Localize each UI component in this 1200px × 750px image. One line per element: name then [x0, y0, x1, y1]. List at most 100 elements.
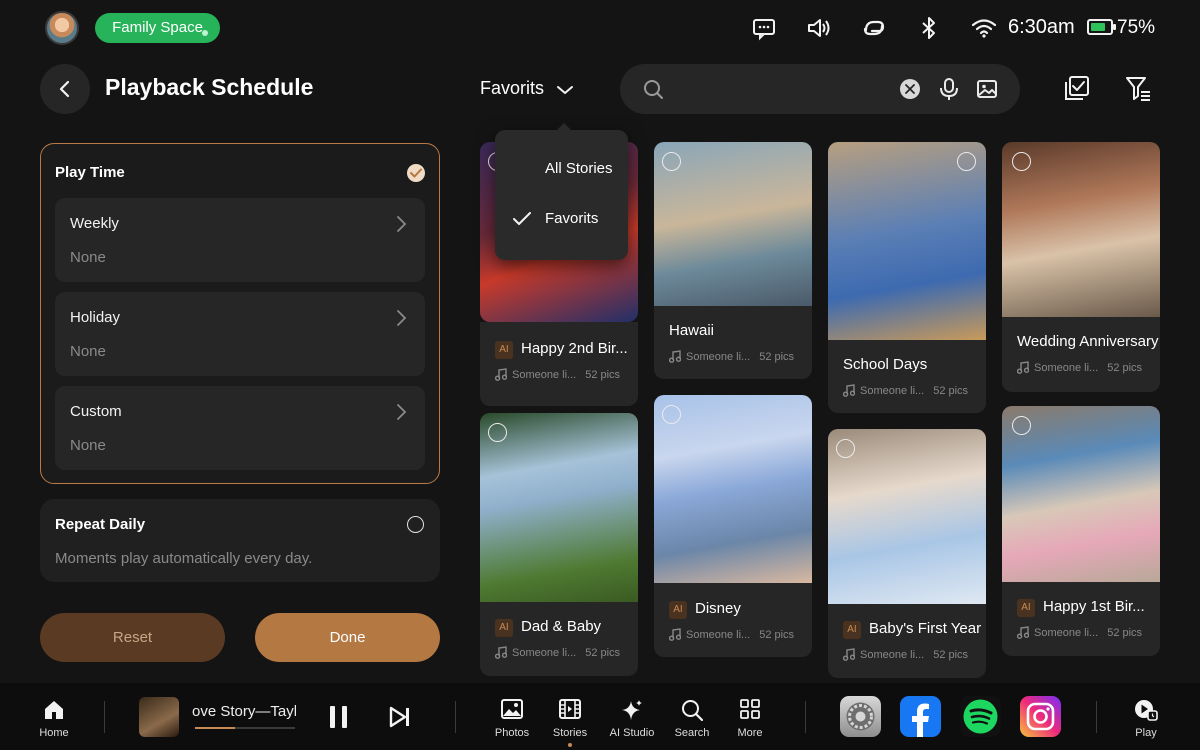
story-pic-count: 52 pics: [759, 351, 795, 363]
divider: [104, 701, 105, 733]
volume-icon[interactable]: [805, 14, 833, 42]
story-card[interactable]: School Days Someone li... 52 pics: [828, 142, 986, 413]
story-title: Happy 2nd Bir...: [521, 340, 628, 357]
next-track-button[interactable]: [388, 705, 412, 729]
story-filter-select[interactable]: Favorits: [480, 78, 544, 99]
play-time-check-icon[interactable]: [407, 164, 425, 182]
select-circle[interactable]: [488, 423, 507, 442]
play-time-card[interactable]: Play Time Weekly None Holiday None Custo…: [40, 143, 440, 484]
active-indicator: [568, 743, 572, 747]
story-pic-count: 52 pics: [1107, 627, 1143, 639]
divider: [1096, 701, 1097, 733]
story-card[interactable]: AI Disney Someone li... 52 pics: [654, 395, 812, 657]
select-circle[interactable]: [957, 152, 976, 171]
link-icon[interactable]: [860, 14, 888, 42]
multi-select-icon[interactable]: [1064, 75, 1090, 101]
back-button[interactable]: [40, 64, 90, 114]
grid-icon: [740, 699, 760, 719]
microphone-icon[interactable]: [938, 77, 960, 101]
story-music: Someone li...: [860, 649, 925, 661]
select-circle[interactable]: [1012, 416, 1031, 435]
search-bar: [620, 64, 1020, 114]
story-music: Someone li...: [686, 351, 751, 363]
repeat-daily-radio[interactable]: [407, 516, 424, 533]
music-note-icon: [843, 384, 855, 397]
story-card[interactable]: AI Baby's First Year Someone li... 52 pics: [828, 429, 986, 678]
message-icon[interactable]: [750, 14, 778, 42]
wifi-icon[interactable]: [970, 14, 998, 42]
dock-search[interactable]: Search: [662, 683, 722, 750]
ai-badge: AI: [1017, 599, 1035, 617]
avatar[interactable]: [45, 11, 79, 45]
select-circle[interactable]: [1012, 152, 1031, 171]
story-title-row: AI Disney: [669, 600, 812, 619]
dock-label: Search: [674, 727, 710, 739]
select-circle[interactable]: [662, 405, 681, 424]
story-photo: [828, 142, 986, 340]
clear-search-button[interactable]: [900, 79, 920, 99]
story-title: Dad & Baby: [521, 618, 602, 635]
now-playing-title[interactable]: ove Story—Tayl: [192, 703, 296, 720]
skip-next-icon: [389, 706, 409, 728]
story-meta: Someone li... 52 pics: [1017, 361, 1142, 374]
weekly-option[interactable]: Weekly None: [55, 198, 425, 282]
holiday-option[interactable]: Holiday None: [55, 292, 425, 376]
custom-option[interactable]: Custom None: [55, 386, 425, 470]
family-space-button[interactable]: Family Space: [95, 13, 220, 43]
dock-play[interactable]: Play: [1116, 683, 1176, 750]
story-music: Someone li...: [512, 369, 577, 381]
search-icon: [681, 699, 703, 721]
select-circle[interactable]: [662, 152, 681, 171]
bluetooth-icon[interactable]: [915, 14, 943, 42]
story-meta: Someone li... 52 pics: [843, 648, 968, 661]
facebook-app-icon[interactable]: [900, 696, 941, 737]
chevron-down-icon[interactable]: [555, 80, 575, 100]
option-label: Custom: [70, 403, 122, 420]
dock-label: Photos: [494, 727, 530, 739]
settings-app-icon[interactable]: [840, 696, 881, 737]
image-search-icon[interactable]: [976, 78, 998, 100]
divider: [805, 701, 806, 733]
filter-icon[interactable]: [1124, 74, 1152, 102]
menu-item-favorits[interactable]: Favorits: [495, 199, 628, 239]
battery-percent: 75%: [1117, 17, 1156, 38]
story-meta: Someone li... 52 pics: [495, 646, 620, 659]
ai-badge: AI: [495, 619, 513, 637]
now-playing-artwork[interactable]: [139, 697, 179, 737]
story-meta: Someone li... 52 pics: [669, 350, 794, 363]
dock-stories[interactable]: Stories: [540, 683, 600, 750]
repeat-daily-card[interactable]: Repeat Daily Moments play automatically …: [40, 499, 440, 582]
repeat-daily-description: Moments play automatically every day.: [55, 550, 313, 567]
menu-item-label: All Stories: [545, 160, 613, 177]
story-card[interactable]: Hawaii Someone li... 52 pics: [654, 142, 812, 379]
dock-photos[interactable]: Photos: [482, 683, 542, 750]
done-button[interactable]: Done: [255, 613, 440, 662]
search-input[interactable]: [674, 74, 894, 104]
chevron-left-icon: [59, 80, 70, 98]
pause-icon: [330, 706, 347, 728]
now-playing-progress[interactable]: [195, 727, 295, 729]
menu-item-all-stories[interactable]: All Stories: [495, 149, 628, 189]
dock-more[interactable]: More: [720, 683, 780, 750]
dock-label: Home: [39, 727, 69, 739]
dock-ai-studio[interactable]: AI Studio: [602, 683, 662, 750]
dock-home[interactable]: Home: [24, 683, 84, 750]
story-card-info[interactable]: AI Happy 2nd Bir... Someone li... 52 pics: [480, 322, 638, 406]
music-note-icon: [843, 648, 855, 661]
story-card[interactable]: AI Dad & Baby Someone li... 52 pics: [480, 413, 638, 676]
story-title-row: AI Baby's First Year: [843, 620, 986, 639]
music-note-icon: [1017, 361, 1029, 374]
reset-button[interactable]: Reset: [40, 613, 225, 662]
home-icon: [43, 699, 65, 721]
story-music: Someone li...: [860, 385, 925, 397]
pause-button[interactable]: [328, 704, 350, 730]
checkmark-icon: [513, 212, 531, 226]
story-card[interactable]: Wedding Anniversary Someone li... 52 pics: [1002, 142, 1160, 392]
spotify-app-icon[interactable]: [960, 696, 1001, 737]
select-circle[interactable]: [836, 439, 855, 458]
story-card[interactable]: AI Happy 1st Bir... Someone li... 52 pics: [1002, 406, 1160, 656]
instagram-app-icon[interactable]: [1020, 696, 1061, 737]
option-value: None: [70, 249, 106, 266]
story-title: Happy 1st Bir...: [1043, 598, 1145, 615]
sparkle-icon: [620, 699, 644, 723]
